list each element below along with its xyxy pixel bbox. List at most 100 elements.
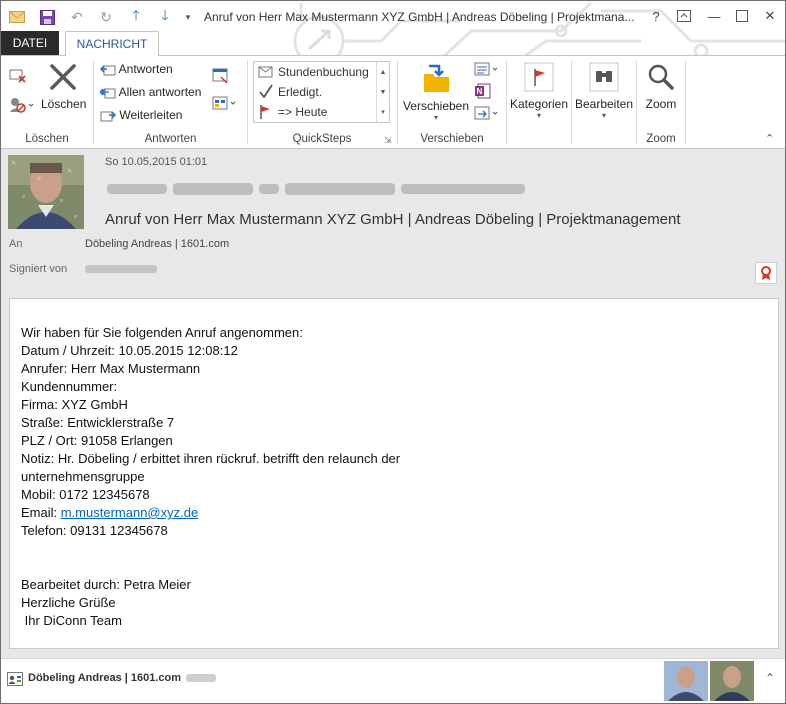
outlook-message-window: ↶ ↻ 🡑 🡓 ▾ Anruf von Herr Max Mustermann … (0, 0, 786, 704)
envelope-icon (258, 66, 273, 78)
close-button[interactable]: ✕ (757, 5, 783, 27)
customize-qat-icon[interactable]: ▾ (178, 7, 198, 27)
to-recipient[interactable]: Döbeling Andreas | 1601.com (85, 238, 229, 250)
next-item-icon[interactable]: 🡓 (155, 7, 175, 27)
categorize-button[interactable]: Kategorien ▾ (509, 62, 569, 120)
scroll-down-icon[interactable]: ▼ (377, 82, 389, 102)
signed-by-blurred (83, 262, 159, 276)
group-label-antworten: Antworten (144, 133, 197, 145)
redo-icon[interactable]: ↻ (96, 7, 116, 27)
quicksteps-gallery: Stundenbuchung Erledigt. => Heute ▲ ▼ ▾ (253, 61, 390, 123)
body-line: Kundennummer: (21, 379, 118, 394)
move-button[interactable]: Verschieben ▾ (402, 62, 470, 122)
tab-nachricht[interactable]: NACHRICHT (65, 31, 159, 56)
reply-icon (100, 65, 116, 76)
move-label: Verschieben (402, 99, 470, 113)
dropdown-arrow-icon: ▾ (433, 113, 438, 122)
meeting-reply-icon[interactable] (212, 68, 230, 87)
quickstep-heute[interactable]: => Heute (258, 103, 327, 121)
tab-datei[interactable]: DATEI (1, 31, 59, 55)
certificate-icon[interactable] (755, 262, 777, 284)
more-respond-icon[interactable] (212, 96, 238, 115)
flag-icon (260, 105, 270, 119)
quickstep-stundenbuchung[interactable]: Stundenbuchung (258, 63, 369, 81)
categorize-label: Kategorien (509, 97, 569, 111)
body-line: Firma: XYZ GmbH (21, 397, 128, 412)
contact-thumbnail[interactable] (664, 661, 708, 701)
quickstep-label: Stundenbuchung (278, 65, 369, 79)
ignore-icon[interactable] (9, 66, 27, 87)
collapse-ribbon-icon[interactable]: ⌃ (765, 132, 774, 145)
body-line: Mobil: 0172 12345678 (21, 487, 150, 502)
quickstep-label: Erledigt. (278, 85, 323, 99)
contact-card-icon[interactable] (7, 671, 23, 687)
body-line: Datum / Uhrzeit: 10.05.2015 12:08:12 (21, 343, 238, 358)
dialog-launcher-icon[interactable]: ⇲ (384, 135, 392, 146)
people-pane-name[interactable]: Döbeling Andreas | 1601.com (28, 672, 181, 684)
edit-label: Bearbeiten (574, 97, 634, 111)
edit-button[interactable]: Bearbeiten ▾ (574, 62, 634, 120)
people-pane: Döbeling Andreas | 1601.com ⌃ (1, 658, 785, 703)
move-folder-icon (424, 64, 449, 92)
scroll-up-icon[interactable]: ▲ (377, 62, 389, 82)
ribbon-tabs: DATEI NACHRICHT (1, 31, 785, 56)
group-zoom: Zoom Zoom (637, 56, 685, 148)
minimize-button[interactable]: — (701, 5, 727, 27)
onenote-icon[interactable]: N (474, 83, 492, 102)
sender-photo[interactable] (8, 155, 84, 229)
undo-icon[interactable]: ↶ (67, 7, 87, 27)
actions-icon[interactable] (474, 105, 500, 124)
forward-icon (100, 111, 116, 122)
contact-thumbnail[interactable] (710, 661, 754, 701)
reading-pane: Wir haben für Sie folgenden Anruf angeno… (1, 290, 785, 658)
email-link[interactable]: m.mustermann@xyz.de (61, 505, 198, 520)
quickstep-label: => Heute (278, 105, 328, 119)
delete-x-icon (50, 64, 76, 90)
group-antworten: Antworten Allen antworten Weiterleiten A… (94, 56, 247, 148)
group-label-loeschen: Löschen (25, 133, 69, 145)
window-title: Anruf von Herr Max Mustermann XYZ GmbH |… (204, 10, 635, 24)
expand-people-pane-icon[interactable]: ⌃ (765, 671, 775, 685)
dropdown-arrow-icon: ▾ (536, 111, 541, 120)
maximize-icon[interactable] (729, 5, 755, 27)
group-kategorien: Kategorien ▾ (507, 56, 571, 148)
save-icon[interactable] (37, 7, 57, 27)
body-line: PLZ / Ort: 91058 Erlangen (21, 433, 173, 448)
reply-button[interactable]: Antworten (100, 62, 173, 77)
zoom-label: Zoom (645, 97, 677, 111)
closing-line: Bearbeitet durch: Petra Meier (21, 577, 191, 592)
previous-item-icon[interactable]: 🡑 (126, 7, 146, 27)
to-label: An (9, 238, 23, 250)
group-bearbeiten: Bearbeiten ▾ (572, 56, 636, 148)
quickstep-erledigt[interactable]: Erledigt. (258, 83, 322, 101)
message-header: So 10.05.2015 01:01 Anruf von Herr Max M… (1, 149, 785, 290)
people-pane-blurred (186, 674, 216, 682)
svg-text:N: N (477, 87, 483, 96)
mail-icon[interactable] (7, 7, 27, 27)
group-label-quicksteps: QuickSteps (292, 133, 352, 145)
ribbon-display-options-icon[interactable] (671, 5, 697, 27)
reply-all-button[interactable]: Allen antworten (100, 85, 201, 100)
group-label-verschieben: Verschieben (420, 133, 484, 145)
phone-line: Telefon: 09131 12345678 (21, 523, 168, 538)
forward-button[interactable]: Weiterleiten (100, 108, 182, 123)
zoom-button[interactable]: Zoom (641, 62, 681, 111)
rules-icon[interactable] (474, 61, 500, 80)
signed-by-label: Signiert von (9, 263, 68, 275)
expand-gallery-icon[interactable]: ▾ (377, 102, 389, 122)
email-label: Email: (21, 505, 61, 520)
body-line: unternehmensgruppe (21, 469, 145, 484)
quicksteps-scroll[interactable]: ▲ ▼ ▾ (376, 62, 389, 122)
message-subject: Anruf von Herr Max Mustermann XYZ GmbH |… (105, 211, 681, 228)
message-body[interactable]: Wir haben für Sie folgenden Anruf angeno… (9, 298, 779, 649)
magnifier-icon (648, 64, 674, 90)
sender-address-blurred (105, 179, 529, 199)
help-button[interactable]: ? (643, 5, 669, 27)
body-line: Notiz: Hr. Döbeling / erbittet ihren rüc… (21, 451, 401, 466)
categorize-flag-icon (524, 62, 554, 92)
closing-line: Herzliche Grüße (21, 595, 116, 610)
delete-button[interactable]: Löschen (41, 60, 86, 111)
junk-icon[interactable] (9, 96, 35, 117)
